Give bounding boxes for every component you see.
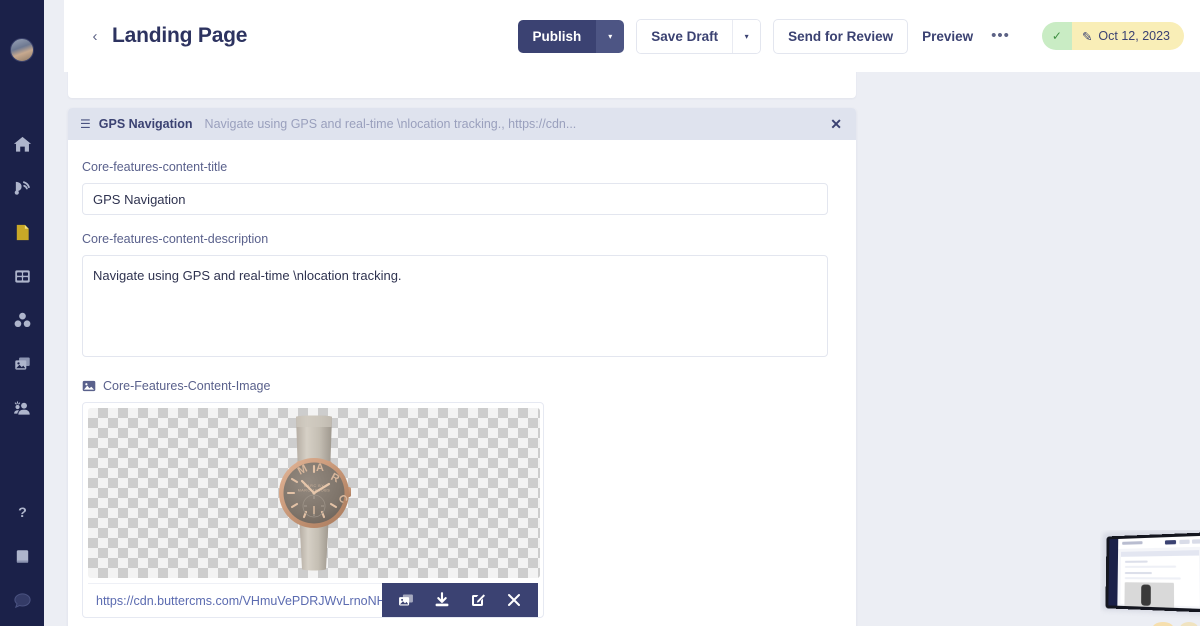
app-root: ☰ GPS Navigation Navigate using GPS and …	[0, 0, 1200, 626]
send-for-review-button[interactable]: Send for Review	[773, 18, 909, 54]
sidebar-item-pages[interactable]	[0, 210, 44, 254]
home-icon	[13, 136, 31, 152]
more-options-icon[interactable]: •••	[985, 27, 1016, 45]
description-textarea[interactable]	[82, 255, 828, 357]
collections-icon	[14, 269, 30, 283]
drag-handle-icon[interactable]: ☰	[80, 118, 91, 130]
status-date[interactable]: ✎ Oct 12, 2023	[1071, 22, 1184, 50]
field-image-label: Core-Features-Content-Image	[82, 379, 842, 393]
top-toolbar: ‹ Landing Page Publish ▾ Save Draft ▾ Se…	[64, 0, 1200, 72]
components-icon	[14, 312, 30, 327]
chat-icon	[13, 592, 31, 608]
pages-icon	[16, 224, 29, 240]
field-image: Core-Features-Content-Image M A R C MARC…	[82, 379, 842, 618]
field-title-label: Core-features-content-title	[82, 160, 228, 174]
image-footer: https://cdn.buttercms.com/VHmuVePDRJWvLr…	[88, 583, 538, 617]
field-description: Core-features-content-description	[82, 232, 842, 362]
sidebar-item-docs[interactable]	[0, 534, 44, 578]
publish-split-button: Publish ▾	[517, 19, 625, 53]
sidebar-bottom-nav: ?	[0, 490, 44, 626]
publish-caret-icon[interactable]: ▾	[596, 19, 625, 53]
svg-text:?: ?	[18, 504, 27, 520]
team-icon	[13, 400, 30, 415]
publish-button[interactable]: Publish	[517, 19, 597, 53]
field-image-label-text: Core-Features-Content-Image	[103, 379, 271, 393]
library-icon[interactable]	[393, 587, 419, 613]
content-canvas: ☰ GPS Navigation Navigate using GPS and …	[44, 0, 1200, 626]
sidebar-item-components[interactable]	[0, 298, 44, 342]
preview-mockup	[1100, 530, 1200, 626]
left-sidebar: ?	[0, 0, 44, 626]
product-image-watch: M A R C MARC BY MARC JACOBS	[279, 415, 351, 571]
status-badge[interactable]: ✓ ✎ Oct 12, 2023	[1041, 22, 1184, 50]
sidebar-item-chat[interactable]	[0, 578, 44, 622]
image-url-text[interactable]: https://cdn.buttercms.com/VHmuVePDRJWvLr…	[88, 583, 382, 617]
field-description-label: Core-features-content-description	[82, 232, 269, 246]
image-widget: M A R C MARC BY MARC JACOBS https://cdn.…	[82, 402, 544, 618]
sidebar-nav	[0, 122, 44, 430]
image-preview[interactable]: M A R C MARC BY MARC JACOBS	[88, 408, 540, 578]
help-icon: ?	[18, 504, 27, 520]
title-input[interactable]	[82, 183, 828, 215]
content-block-panel: ☰ GPS Navigation Navigate using GPS and …	[68, 108, 856, 626]
media-icon	[14, 356, 30, 370]
field-title: Core-features-content-title	[82, 160, 842, 215]
image-icon	[82, 380, 96, 392]
pencil-icon: ✎	[1081, 29, 1093, 44]
save-draft-split-button: Save Draft ▾	[636, 18, 762, 54]
sidebar-item-blog[interactable]	[0, 166, 44, 210]
page-title: Landing Page	[112, 24, 248, 47]
edit-icon[interactable]	[465, 587, 491, 613]
sidebar-item-collections[interactable]	[0, 254, 44, 298]
toolbar-actions: Publish ▾ Save Draft ▾ Send for Review P…	[517, 18, 1184, 54]
svg-text:A: A	[316, 462, 324, 474]
sidebar-item-home[interactable]	[0, 122, 44, 166]
status-date-text: Oct 12, 2023	[1098, 29, 1170, 43]
preview-button[interactable]: Preview	[918, 23, 977, 50]
back-icon[interactable]: ‹	[84, 25, 106, 47]
sidebar-item-team[interactable]	[0, 386, 44, 430]
save-draft-button[interactable]: Save Draft	[637, 19, 733, 53]
close-icon[interactable]: ✕	[830, 116, 842, 133]
sidebar-item-help[interactable]: ?	[0, 490, 44, 534]
block-body: Core-features-content-title Core-feature…	[68, 140, 856, 618]
download-icon[interactable]	[429, 587, 455, 613]
avatar[interactable]	[10, 38, 34, 62]
block-summary: Navigate using GPS and real-time \nlocat…	[204, 117, 577, 131]
docs-icon	[16, 549, 28, 563]
save-draft-caret-icon[interactable]: ▾	[732, 19, 761, 53]
sidebar-item-media[interactable]	[0, 342, 44, 386]
remove-icon[interactable]	[501, 587, 527, 613]
block-title: GPS Navigation	[98, 117, 193, 131]
blog-icon	[14, 180, 30, 195]
block-header[interactable]: ☰ GPS Navigation Navigate using GPS and …	[68, 108, 856, 140]
check-icon: ✓	[1041, 22, 1072, 50]
image-action-bar	[382, 583, 538, 617]
